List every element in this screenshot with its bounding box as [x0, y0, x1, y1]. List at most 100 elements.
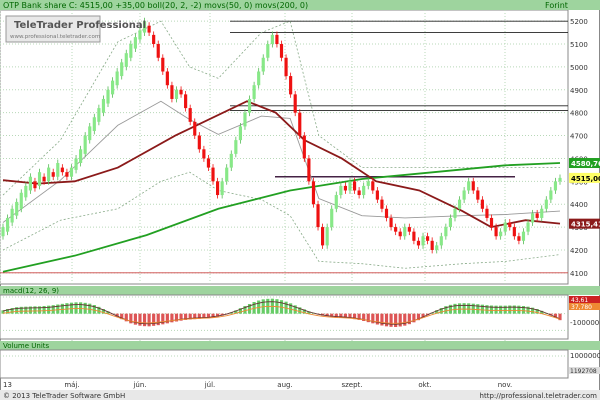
candle-body [19, 192, 23, 209]
candle-body [453, 208, 457, 218]
candle-body [51, 172, 55, 177]
candle-body [549, 190, 553, 200]
candle-body [311, 181, 316, 205]
chart-title: OTP Bank share C: 4515,00 +35,00 boll(20… [3, 1, 308, 10]
macd-histogram-bar [138, 313, 142, 326]
candle-body [426, 236, 430, 241]
chart-canvas: OTP Bank share C: 4515,00 +35,00 boll(20… [0, 0, 600, 400]
date-tick-label: 13 [3, 381, 12, 389]
date-tick-label: szept. [341, 381, 362, 389]
candle-body [28, 176, 32, 191]
candle-body [558, 177, 562, 182]
candle-body [348, 181, 352, 191]
candle-body [467, 181, 471, 191]
candle-body [179, 89, 183, 95]
price-tick-label: 5100 [570, 41, 588, 49]
macd-histogram-bar [79, 302, 83, 314]
date-tick-label: jún. [132, 381, 146, 389]
candle-body [275, 34, 279, 45]
candle-body [229, 153, 233, 168]
macd-value: 43,61 [571, 297, 588, 304]
price-tick-label: 4400 [570, 201, 588, 209]
candle-body [243, 112, 247, 127]
candle-body [302, 135, 306, 159]
candle-body [33, 181, 37, 189]
candle-body [74, 158, 78, 170]
candle-body [412, 231, 416, 241]
candle-body [316, 204, 320, 228]
macd-histogram-bar [462, 303, 466, 314]
candle-body [279, 44, 284, 58]
candle-body [193, 121, 197, 136]
candle-body [234, 140, 238, 154]
candle-body [494, 227, 498, 237]
macd-label: macd(12, 26, 9) [3, 287, 59, 295]
volume-header [0, 341, 600, 350]
last-value-label: 4580,76 [571, 160, 600, 168]
candle-body [24, 185, 28, 198]
candle-body [535, 213, 539, 218]
date-tick-label: nov. [498, 381, 513, 389]
candle-body [56, 163, 60, 177]
volume-tick: 1000000 [570, 352, 600, 360]
candle-body [133, 37, 137, 49]
candle-body [512, 227, 516, 237]
candle-body [352, 181, 357, 191]
candle-body [202, 149, 206, 159]
candle-body [220, 181, 224, 196]
candle-body [457, 199, 462, 209]
candle-body [138, 30, 142, 40]
candle-body [261, 57, 265, 72]
candle-body [476, 190, 480, 200]
candle-body [37, 172, 42, 186]
candle-body [343, 185, 348, 191]
macd-histogram-bar [152, 313, 156, 326]
candle-body [10, 208, 14, 223]
candle-body [152, 34, 156, 45]
macd-panel [0, 294, 569, 340]
candle-body [371, 181, 375, 191]
macd-histogram-bar [384, 313, 389, 327]
candle-body [553, 181, 558, 191]
candle-body [398, 231, 402, 237]
macd-histogram-bar [398, 313, 402, 327]
date-tick-label: máj. [64, 381, 79, 389]
candle-body [83, 135, 87, 154]
volume-label: Volume Units [3, 342, 50, 350]
candle-body [289, 76, 293, 95]
candle-body [161, 57, 165, 72]
candle-body [471, 181, 475, 191]
macd-histogram-bar [69, 302, 74, 314]
candle-body [366, 181, 370, 186]
candle-body [247, 98, 252, 113]
candle-body [407, 227, 411, 232]
candle-body [65, 172, 69, 177]
candle-body [544, 199, 548, 209]
volume-panel [0, 349, 569, 379]
candle-body [47, 167, 51, 182]
candle-body [165, 71, 169, 86]
candle-body [101, 98, 106, 113]
candle-body [79, 149, 83, 164]
candle-body [416, 240, 421, 246]
candle-body [97, 108, 101, 122]
candle-body [339, 185, 343, 196]
candle-body [88, 126, 92, 141]
candle-body [435, 245, 439, 250]
candle-body [321, 227, 325, 246]
candle-body [92, 117, 96, 131]
candle-body [489, 217, 494, 228]
candle-body [174, 89, 179, 99]
candle-body [266, 44, 270, 58]
candle-body [462, 190, 466, 200]
candle-body [42, 176, 46, 182]
price-tick-label: 4900 [570, 87, 588, 95]
candle-body [1, 227, 5, 237]
candle-body [5, 217, 10, 232]
macd-histogram-bar [457, 303, 462, 314]
candle-body [521, 231, 526, 241]
macd-header [0, 286, 600, 295]
chart-window: OTP Bank share C: 4515,00 +35,00 boll(20… [0, 0, 600, 400]
candle-body [384, 208, 389, 218]
candle-body [284, 57, 288, 77]
